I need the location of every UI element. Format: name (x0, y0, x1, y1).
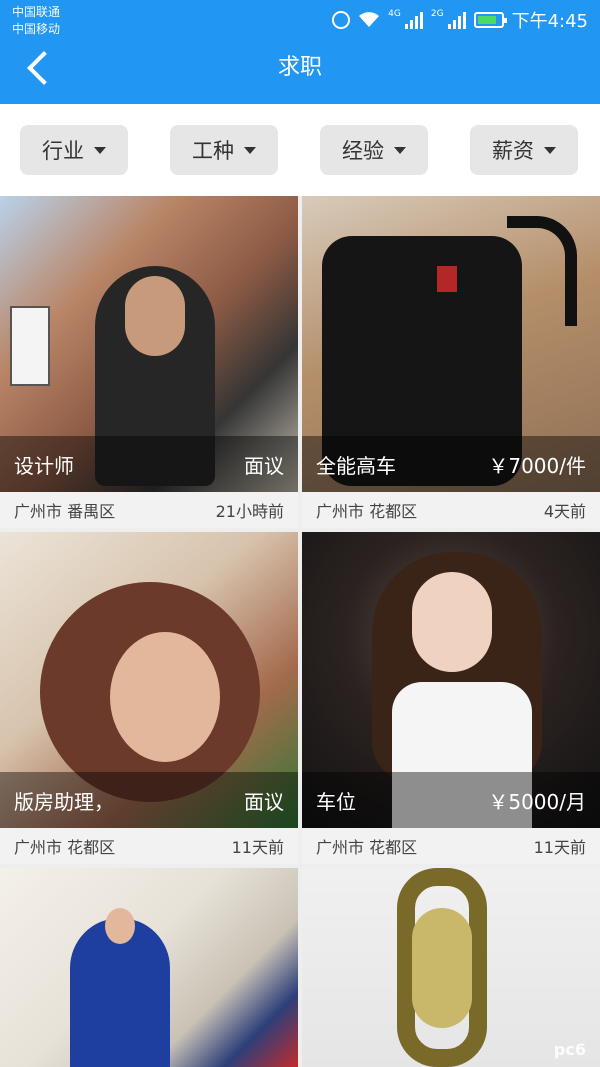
listing-caption: 车位 ￥5000/月 (302, 772, 600, 828)
listing-time: 11天前 (231, 838, 284, 857)
filter-label: 经验 (342, 139, 384, 163)
listing-card[interactable]: pc6 (302, 868, 600, 1067)
caret-down-icon (94, 146, 106, 154)
listing-card[interactable]: 设计师 面议 广州市 番禺区 21小時前 (0, 196, 298, 528)
caret-down-icon (544, 146, 556, 154)
listing-title: 版房助理， (14, 789, 114, 814)
filter-industry[interactable]: 行业 (20, 125, 128, 175)
battery-icon (473, 12, 507, 28)
listing-meta: 广州市 花都区 4天前 (302, 492, 600, 528)
listing-time: 11天前 (533, 838, 586, 857)
filter-label: 薪资 (492, 139, 534, 163)
carrier-2: 中国移动 (12, 22, 61, 36)
filter-bar: 行业 工种 经验 薪资 (0, 104, 600, 196)
watermark-logo: pc6 (553, 1040, 586, 1059)
filter-salary[interactable]: 薪资 (470, 125, 578, 175)
listing-meta: 广州市 花都区 11天前 (302, 828, 600, 864)
signal-icon-1 (404, 11, 423, 29)
listing-time: 4天前 (543, 502, 586, 521)
listing-pay: 面议 (244, 789, 284, 814)
listing-meta: 广州市 番禺区 21小時前 (0, 492, 298, 528)
listing-caption: 设计师 面议 (0, 436, 298, 492)
top-bar: 中国联通 中国移动 4G 2G 下午4:45 求职 (0, 0, 600, 104)
listing-card[interactable] (0, 868, 298, 1067)
wifi-icon (359, 12, 380, 27)
caret-down-icon (394, 146, 406, 154)
listing-time: 21小時前 (215, 502, 284, 521)
listing-title: 全能高车 (316, 453, 396, 478)
listing-meta: 广州市 花都区 11天前 (0, 828, 298, 864)
listing-card[interactable]: 车位 ￥5000/月 广州市 花都区 11天前 (302, 532, 600, 864)
listing-card[interactable]: 全能高车 ￥7000/件 广州市 花都区 4天前 (302, 196, 600, 528)
clock: 下午4:45 (511, 11, 588, 32)
status-indicators: 4G 2G 下午4:45 (332, 8, 588, 32)
nav-header: 求职 (0, 40, 600, 104)
filter-experience[interactable]: 经验 (320, 125, 428, 175)
listing-caption: 全能高车 ￥7000/件 (302, 436, 600, 492)
alarm-icon (332, 11, 351, 29)
listing-caption: 版房助理， 面议 (0, 772, 298, 828)
network-type-2: 2G (430, 9, 444, 19)
listing-pay: ￥5000/月 (488, 789, 586, 814)
listing-pay: 面议 (244, 453, 284, 478)
carrier-1: 中国联通 (12, 5, 61, 19)
listing-pay: ￥7000/件 (488, 453, 586, 478)
listing-photo (0, 868, 298, 1067)
filter-label: 工种 (192, 139, 234, 163)
listing-photo: pc6 (302, 868, 600, 1067)
page-title: 求职 (277, 55, 322, 80)
status-bar: 中国联通 中国移动 4G 2G 下午4:45 (0, 0, 600, 40)
listing-location: 广州市 花都区 (14, 838, 116, 857)
signal-icon-2 (447, 11, 466, 29)
filter-job-type[interactable]: 工种 (170, 125, 278, 175)
carrier-info: 中国联通 中国移动 (12, 4, 60, 38)
listing-location: 广州市 花都区 (316, 838, 418, 857)
listing-location: 广州市 花都区 (316, 502, 418, 521)
caret-down-icon (244, 146, 256, 154)
network-type-1: 4G (388, 9, 401, 19)
listing-location: 广州市 番禺区 (14, 502, 116, 521)
filter-label: 行业 (42, 139, 84, 163)
listing-title: 车位 (316, 789, 356, 814)
listing-card[interactable]: 版房助理， 面议 广州市 花都区 11天前 (0, 532, 298, 864)
listing-title: 设计师 (14, 453, 74, 478)
